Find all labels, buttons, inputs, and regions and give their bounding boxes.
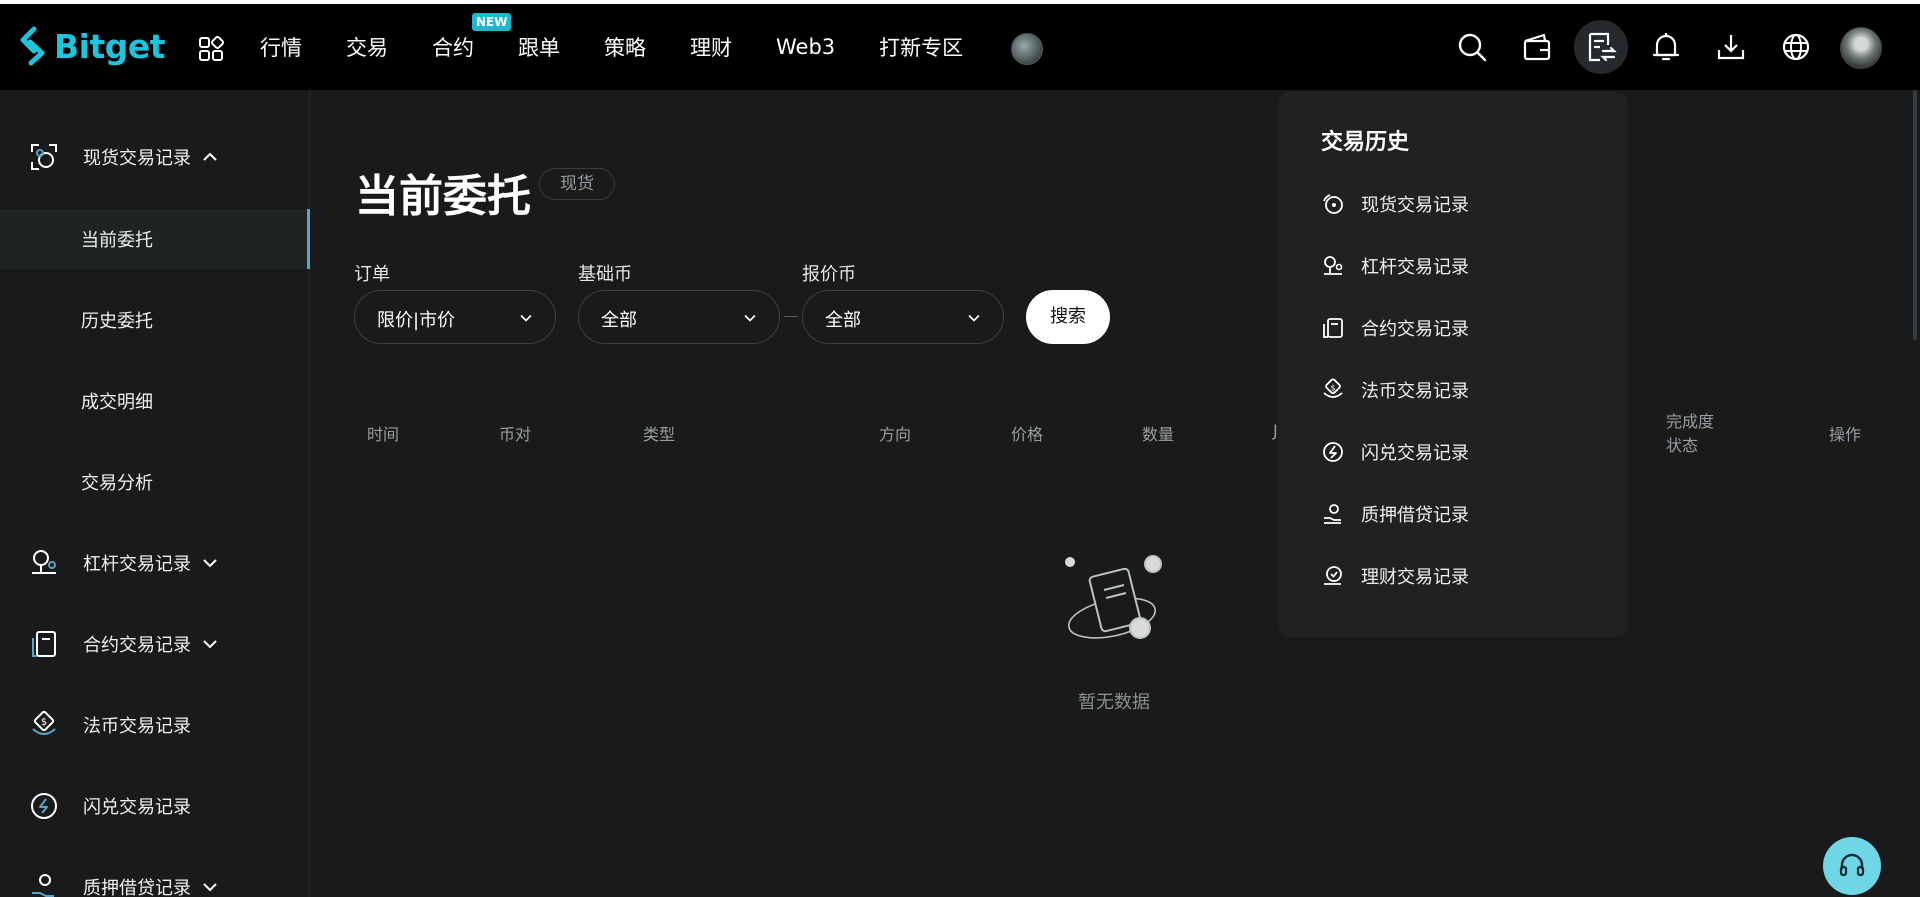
bell-icon[interactable] — [1649, 30, 1683, 64]
sidebar-item-analysis[interactable]: 交易分析 — [0, 452, 310, 512]
col-action: 操作 — [1829, 425, 1862, 444]
sidebar: 现货交易记录 当前委托 历史委托 成交明细 交易分析 杠杆交易记录 合约交易记录 — [0, 90, 310, 897]
market-tag: 现货 — [539, 168, 615, 200]
fiat-icon: $ — [1323, 378, 1343, 398]
base-coin-label: 基础币 — [578, 264, 632, 285]
dropdown-item-futures[interactable]: 合约交易记录 — [1321, 313, 1621, 343]
quote-coin-select[interactable]: 全部 — [802, 290, 1004, 344]
search-icon[interactable] — [1455, 30, 1489, 64]
dropdown-item-swap[interactable]: 闪兑交易记录 — [1321, 437, 1621, 467]
sidebar-group-loan[interactable]: 质押借贷记录 — [0, 857, 310, 897]
sidebar-item-current-orders[interactable]: 当前委托 — [0, 209, 310, 269]
quote-coin-label: 报价币 — [802, 264, 856, 285]
chevron-down-icon — [203, 883, 217, 892]
chevron-up-icon — [203, 152, 217, 161]
sidebar-group-spot[interactable]: 现货交易记录 — [0, 127, 310, 187]
dropdown-title: 交易历史 — [1321, 130, 1410, 155]
support-chat-button[interactable] — [1823, 837, 1881, 895]
spot-icon — [1323, 194, 1343, 214]
orders-icon-bg[interactable] — [1574, 20, 1628, 74]
loan-icon — [32, 874, 54, 897]
sidebar-item-history-orders[interactable]: 历史委托 — [0, 290, 310, 350]
col-side: 方向 — [879, 425, 912, 444]
main-content: 当前委托 现货 订单 限价|市价 基础币 全部 报价币 全部 搜索 时间 币对 … — [311, 90, 1920, 897]
sidebar-group-futures[interactable]: 合约交易记录 — [0, 614, 310, 674]
svg-text:$: $ — [41, 717, 47, 728]
dropdown-item-margin[interactable]: 杠杆交易记录 — [1321, 251, 1621, 281]
order-type-select[interactable]: 限价|市价 — [354, 290, 556, 344]
page-scrollbar[interactable] — [1913, 90, 1917, 340]
empty-state-illustration — [1065, 555, 1162, 639]
col-price: 价格 — [1011, 425, 1044, 444]
chevron-down-icon — [744, 314, 756, 322]
col-pair: 币对 — [499, 425, 532, 444]
header-icons — [0, 4, 1920, 90]
chevron-down-icon — [520, 314, 532, 322]
empty-state-text: 暂无数据 — [1078, 692, 1150, 713]
download-icon[interactable] — [1714, 30, 1748, 64]
col-type: 类型 — [643, 425, 676, 444]
page-title: 当前委托 — [355, 171, 531, 222]
col-fill-rate: 完成度 — [1666, 412, 1715, 431]
sidebar-group-swap[interactable]: 闪兑交易记录 — [0, 776, 310, 836]
dropdown-item-fiat[interactable]: $ 法币交易记录 — [1321, 375, 1621, 405]
globe-icon[interactable] — [1779, 30, 1813, 64]
futures-icon — [32, 631, 56, 657]
user-avatar[interactable] — [1840, 27, 1882, 69]
order-filter-label: 订单 — [354, 264, 390, 285]
wallet-icon[interactable] — [1520, 30, 1554, 64]
sidebar-item-fills[interactable]: 成交明细 — [0, 371, 310, 431]
loan-icon — [1324, 504, 1341, 524]
dropdown-item-spot[interactable]: 现货交易记录 — [1321, 189, 1621, 219]
earn-icon — [1324, 566, 1342, 585]
dropdown-item-earn[interactable]: 理财交易记录 — [1321, 561, 1621, 591]
col-partial: J — [1273, 421, 1278, 440]
chevron-down-icon — [968, 314, 980, 322]
range-separator — [784, 316, 798, 317]
col-time: 时间 — [367, 425, 400, 444]
col-amount: 数量 — [1142, 425, 1175, 444]
swap-icon — [31, 793, 57, 819]
fiat-icon: $ — [32, 710, 56, 735]
trade-history-dropdown: 交易历史 现货交易记录 杠杆交易记录 合约交易记录 $ 法币交易记录 闪兑交易记… — [1278, 92, 1628, 637]
orders-icon — [1588, 32, 1617, 62]
search-button[interactable]: 搜索 — [1026, 290, 1110, 344]
svg-text:$: $ — [1330, 384, 1335, 393]
chevron-down-icon — [203, 640, 217, 649]
chevron-down-icon — [203, 559, 217, 568]
col-status: 状态 — [1666, 436, 1699, 455]
top-header: Bitget 行情 交易 合约 NEW 跟单 策略 理财 Web3 打新专区 — [0, 4, 1920, 90]
sidebar-group-fiat[interactable]: $ 法币交易记录 — [0, 695, 310, 755]
base-coin-select[interactable]: 全部 — [578, 290, 780, 344]
sidebar-group-margin[interactable]: 杠杆交易记录 — [0, 533, 310, 593]
futures-icon — [1323, 318, 1343, 338]
dropdown-item-loan[interactable]: 质押借贷记录 — [1321, 499, 1621, 529]
margin-icon — [32, 550, 56, 574]
swap-icon — [1323, 442, 1343, 462]
spot-icon — [31, 144, 57, 170]
margin-icon — [1324, 256, 1343, 275]
headset-icon — [1839, 853, 1865, 877]
